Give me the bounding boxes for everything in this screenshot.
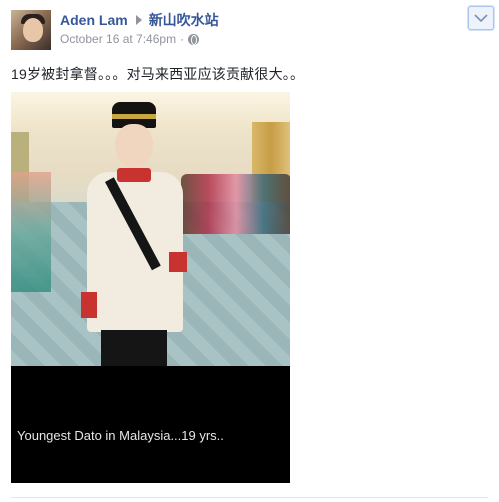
shared-to-arrow-icon	[135, 15, 142, 25]
globe-icon[interactable]	[188, 33, 200, 45]
person-collar	[117, 168, 151, 182]
chevron-down-icon	[474, 13, 488, 22]
post-divider	[11, 497, 488, 498]
photo-person	[79, 102, 189, 376]
photo-crowd-right	[181, 174, 290, 234]
photo-caption-band	[11, 366, 290, 483]
post-timestamp-link[interactable]: October 16 at 7:46pm	[60, 32, 176, 46]
person-head	[115, 124, 153, 168]
post-header: Aden Lam 新山吹水站	[60, 11, 219, 29]
person-left-cuff	[81, 292, 97, 318]
author-avatar[interactable]	[11, 10, 51, 50]
avatar-face	[23, 18, 43, 42]
photo-crowd-left	[11, 172, 51, 292]
person-hat-band	[112, 114, 156, 119]
page-name-link[interactable]: 新山吹水站	[149, 10, 219, 30]
feed-post: Aden Lam 新山吹水站 October 16 at 7:46pm · 19…	[0, 0, 499, 502]
post-options-button[interactable]	[468, 6, 494, 30]
person-right-cuff	[169, 252, 187, 272]
meta-separator: ·	[180, 32, 185, 46]
post-meta: October 16 at 7:46pm ·	[60, 32, 200, 46]
post-body-text: 19岁被封拿督。。。对马来西亚应该贡献很大。。	[11, 66, 305, 82]
post-photo[interactable]: Youngest Dato in Malaysia...19 yrs..	[11, 92, 290, 483]
photo-caption: Youngest Dato in Malaysia...19 yrs..	[17, 428, 224, 443]
author-name-link[interactable]: Aden Lam	[60, 12, 128, 28]
